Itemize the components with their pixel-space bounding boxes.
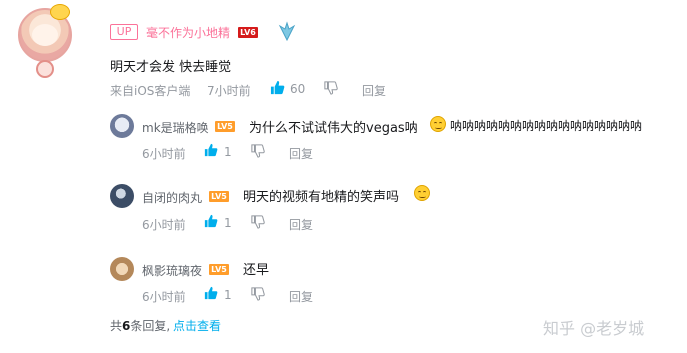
- reply-text: 明天的视频有地精的笑声吗: [243, 190, 400, 205]
- like-icon[interactable]: [204, 214, 218, 228]
- like-count: 1: [224, 216, 232, 230]
- reply-avatar[interactable]: [110, 114, 134, 138]
- smile-emoji-icon: [430, 116, 446, 132]
- reply-button[interactable]: 回复: [289, 145, 313, 162]
- level-badge: LV5: [209, 191, 229, 202]
- like-count: 1: [224, 288, 232, 302]
- reply-button[interactable]: 回复: [289, 288, 313, 305]
- reply-username[interactable]: 自闭的肉丸: [142, 189, 202, 206]
- reply-count-summary: 共6条回复,: [110, 317, 170, 334]
- like-icon[interactable]: [270, 80, 285, 95]
- comment-text: 明天才会发 快去睡觉: [110, 60, 232, 75]
- dislike-icon[interactable]: [324, 81, 338, 95]
- reply-avatar[interactable]: [110, 257, 134, 281]
- dislike-icon[interactable]: [251, 287, 265, 301]
- avatar-pendant-icon: [36, 60, 54, 78]
- like-icon[interactable]: [204, 143, 218, 157]
- watermark: 知乎 @老岁城: [543, 319, 645, 338]
- reply-count-prefix: 共: [110, 319, 123, 333]
- reply-text-suffix: 呐呐呐呐呐呐呐呐呐呐呐呐呐呐呐呐: [450, 119, 643, 133]
- reply-time: 6小时前: [142, 218, 186, 232]
- reply-count-suffix: 条回复,: [130, 319, 171, 333]
- dislike-icon[interactable]: [251, 144, 265, 158]
- reply-button[interactable]: 回复: [289, 216, 313, 233]
- user-avatar[interactable]: [18, 4, 72, 62]
- wing-badge-icon: [278, 21, 296, 42]
- reply-time: 6小时前: [142, 290, 186, 304]
- like-count: 1: [224, 145, 232, 159]
- reply-username[interactable]: mk是瑞格唤: [142, 119, 209, 136]
- comment-time: 7小时前: [207, 84, 251, 98]
- level-badge: LV5: [215, 121, 235, 132]
- reply-avatar[interactable]: [110, 184, 134, 208]
- like-count: 60: [290, 82, 306, 96]
- view-replies-link[interactable]: 点击查看: [173, 317, 221, 334]
- reply-username[interactable]: 枫影琉璃夜: [142, 262, 202, 279]
- reply-text: 为什么不试试伟大的vegas呐: [249, 121, 418, 136]
- level-badge: LV6: [238, 27, 258, 38]
- dislike-icon[interactable]: [251, 215, 265, 229]
- smile-emoji-icon: [414, 185, 430, 201]
- reply-text: 还早: [243, 263, 270, 278]
- level-badge: LV5: [209, 264, 229, 275]
- like-icon[interactable]: [204, 286, 218, 300]
- reply-button[interactable]: 回复: [362, 82, 386, 99]
- up-badge: UP: [110, 24, 138, 40]
- reply-time: 6小时前: [142, 147, 186, 161]
- comment-source: 来自iOS客户端: [110, 84, 191, 98]
- comment-username[interactable]: 毫不作为小地精: [146, 24, 230, 41]
